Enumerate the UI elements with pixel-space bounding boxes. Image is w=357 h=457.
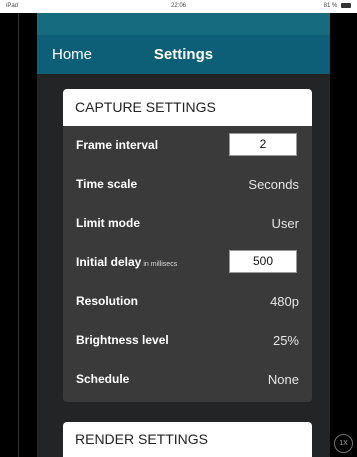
zoom-1x-button[interactable]: 1X bbox=[334, 434, 353, 453]
app-screen: Home Settings CAPTURE SETTINGS Frame int… bbox=[37, 13, 330, 457]
bezel-divider bbox=[18, 13, 19, 457]
capture-settings-card: CAPTURE SETTINGS Frame interval 2 Time s… bbox=[63, 89, 312, 402]
battery-status: 81 % bbox=[324, 3, 351, 9]
initial-delay-row: Initial delay in millisecs 500 bbox=[63, 243, 312, 282]
resolution-value[interactable]: 480p bbox=[270, 294, 299, 309]
schedule-row[interactable]: Schedule None bbox=[63, 360, 312, 399]
time-scale-row[interactable]: Time scale Seconds bbox=[63, 165, 312, 204]
time-scale-value[interactable]: Seconds bbox=[248, 177, 299, 192]
brightness-value[interactable]: 25% bbox=[273, 333, 299, 348]
initial-delay-label: Initial delay in millisecs bbox=[76, 255, 177, 269]
battery-percent: 81 % bbox=[323, 3, 338, 9]
resolution-label: Resolution bbox=[76, 294, 138, 308]
frame-interval-input[interactable]: 2 bbox=[229, 133, 297, 156]
time-scale-label: Time scale bbox=[76, 177, 138, 191]
initial-delay-input[interactable]: 500 bbox=[229, 250, 297, 273]
render-settings-card: RENDER SETTINGS bbox=[63, 422, 312, 457]
frame-interval-row: Frame interval 2 bbox=[63, 126, 312, 165]
battery-icon bbox=[341, 3, 351, 8]
capture-settings-header: CAPTURE SETTINGS bbox=[63, 89, 312, 126]
frame-interval-label: Frame interval bbox=[76, 138, 159, 152]
limit-mode-row[interactable]: Limit mode User bbox=[63, 204, 312, 243]
schedule-label: Schedule bbox=[76, 372, 130, 386]
resolution-row[interactable]: Resolution 480p bbox=[63, 282, 312, 321]
schedule-value[interactable]: None bbox=[268, 372, 299, 387]
status-time: 22:06 bbox=[170, 3, 186, 9]
limit-mode-value[interactable]: User bbox=[272, 216, 299, 231]
capture-settings-title: CAPTURE SETTINGS bbox=[75, 99, 216, 115]
page-title: Settings bbox=[153, 46, 214, 63]
top-band bbox=[37, 13, 330, 35]
brightness-row[interactable]: Brightness level 25% bbox=[63, 321, 312, 360]
status-bar: iPad 22:06 81 % bbox=[0, 0, 357, 13]
right-bezel bbox=[330, 13, 357, 457]
initial-delay-unit: in millisecs bbox=[143, 261, 178, 268]
initial-delay-label-text: Initial delay bbox=[76, 255, 142, 269]
navigation-bar: Home Settings bbox=[37, 35, 330, 74]
brightness-label: Brightness level bbox=[76, 333, 169, 347]
render-settings-title: RENDER SETTINGS bbox=[75, 431, 209, 447]
limit-mode-label: Limit mode bbox=[76, 216, 141, 230]
